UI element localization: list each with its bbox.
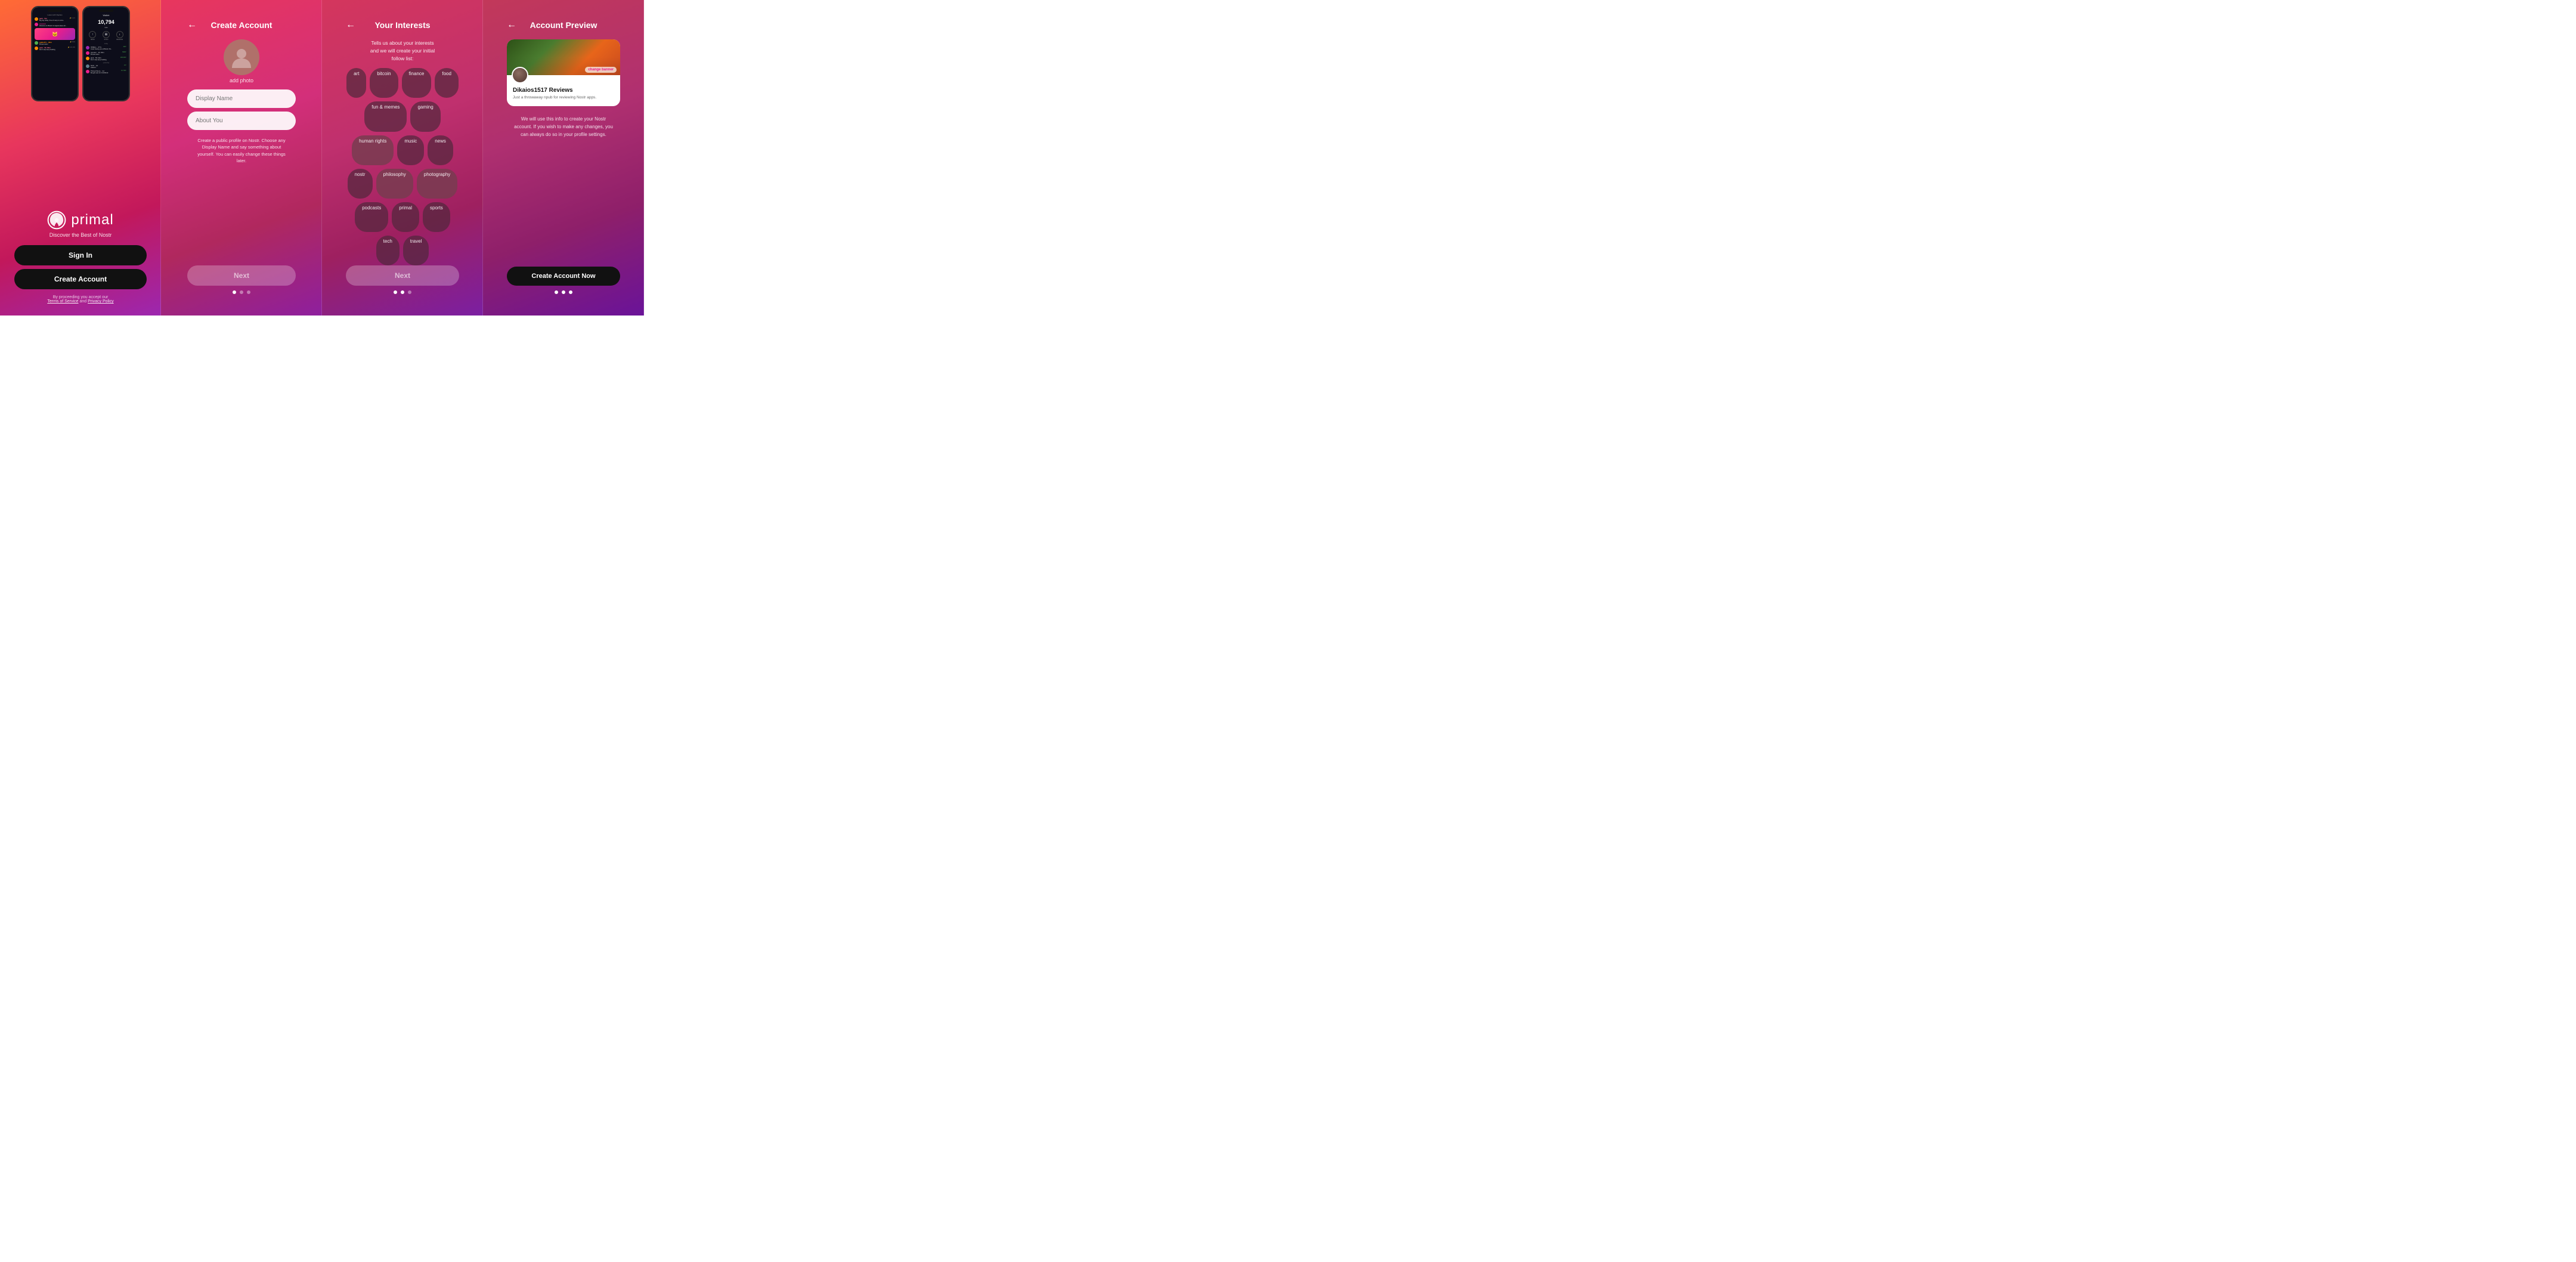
dot-1 [233, 290, 236, 294]
interest-photography[interactable]: photography [417, 169, 457, 199]
chat-item: preston Welcome to #Nostr! A magical pla… [35, 23, 75, 27]
interest-human-rights[interactable]: human rights [352, 135, 394, 165]
panel2-title: Create Account [211, 20, 273, 30]
dot-2 [240, 290, 243, 294]
send-action[interactable]: ↑ SEND [89, 31, 96, 41]
chat-item: jack · 5m Big day today. One of many to … [35, 17, 75, 21]
preview-bio: Just a throwaway npub for reviewing Nost… [513, 95, 614, 100]
chat-item: pablof7z · 32m Primal rocks! ⚡5000 [35, 41, 75, 45]
preview-card: change banner Dikaios1517 Reviews Just a… [507, 39, 620, 106]
interest-podcasts[interactable]: podcasts [355, 202, 388, 232]
interest-travel[interactable]: travel [403, 236, 429, 265]
interest-nostr[interactable]: nostr [348, 169, 373, 199]
back-button-panel2[interactable]: ← [187, 20, 197, 30]
preview-avatar [512, 67, 528, 83]
panel3-header: ← Your Interests [346, 17, 459, 30]
interest-food[interactable]: food [435, 68, 459, 98]
interests-subtitle: Tells us about your interestsand we will… [370, 39, 435, 62]
phone-mockups: Latest with Replies jack · 5m Big day to… [31, 6, 130, 101]
wallet-tx: jack · 5h 32m Don't stop keep building 1… [86, 57, 126, 61]
display-name-input[interactable] [187, 89, 296, 108]
create-account-helper-text: Create a public profile on Nostr. Choose… [187, 137, 296, 164]
next-button-panel3[interactable]: Next [346, 265, 459, 286]
back-button-panel3[interactable]: ← [346, 20, 355, 30]
panel4-header: ← Account Preview [507, 17, 620, 30]
dot-3 [408, 290, 411, 294]
progress-dots-panel2 [233, 290, 250, 294]
wallet-unit: sats [86, 26, 126, 29]
change-banner-button[interactable]: change banner [585, 67, 617, 73]
interest-gaming[interactable]: gaming [410, 101, 440, 131]
progress-dots-panel3 [394, 290, 411, 294]
primal-logo-icon [47, 211, 66, 230]
dot-1 [555, 290, 558, 294]
create-account-button[interactable]: Create Account [14, 269, 147, 289]
chat-item: jack · 5h 32m Don't stop keep building ⚡… [35, 47, 75, 51]
interest-primal[interactable]: primal [392, 202, 419, 232]
interest-philosophy[interactable]: philosophy [376, 169, 413, 199]
avatar-silhouette-icon [230, 45, 253, 69]
landing-panel: Latest with Replies jack · 5m Big day to… [0, 0, 161, 316]
interest-news[interactable]: news [428, 135, 453, 165]
wallet-tx: Primal Store · 1d Bought sats for 0.99 $… [86, 70, 126, 74]
logo-tagline: Discover the Best of Nostr [49, 232, 112, 238]
phone-feed-header: Latest with Replies [35, 14, 75, 16]
preview-profile: Dikaios1517 Reviews Just a throwaway npu… [507, 75, 620, 106]
wallet-header: Wallet [86, 14, 126, 17]
panel3-title: Your Interests [374, 20, 430, 30]
dot-1 [394, 290, 397, 294]
interest-finance[interactable]: finance [402, 68, 432, 98]
about-you-input[interactable] [187, 112, 296, 130]
create-account-panel: ← Create Account add photo Create a publ… [161, 0, 322, 316]
avatar-upload[interactable] [224, 39, 259, 75]
panel2-header: ← Create Account [187, 17, 296, 30]
dot-2 [562, 290, 565, 294]
panel4-title: Account Preview [530, 20, 597, 30]
privacy-policy-link[interactable]: Privacy Policy [88, 299, 114, 304]
receive-action[interactable]: ↓ RECEIVE [116, 31, 123, 41]
phone-feed: Latest with Replies jack · 5m Big day to… [31, 6, 79, 101]
preview-display-name: Dikaios1517 Reviews [513, 87, 614, 94]
logo-text: primal [71, 212, 113, 228]
terms-of-service-link[interactable]: Terms of Service [47, 299, 78, 304]
interest-fun-memes[interactable]: fun & memes [364, 101, 407, 131]
sign-in-button[interactable]: Sign In [14, 245, 147, 265]
dot-3 [247, 290, 250, 294]
interests-panel: ← Your Interests Tells us about your int… [322, 0, 483, 316]
interest-bitcoin[interactable]: bitcoin [370, 68, 398, 98]
cat-nft: 🐱 [35, 28, 75, 40]
preview-avatar-image [513, 68, 527, 82]
wallet-tx: ODELL · 27m Great having you at Bitcoin … [86, 46, 126, 50]
progress-dots-panel4 [555, 290, 572, 294]
dot-2 [401, 290, 404, 294]
back-button-panel4[interactable]: ← [507, 20, 516, 30]
interest-music[interactable]: music [397, 135, 424, 165]
phone-wallet: Wallet 10,794 sats ↑ SEND ⊞ SCAN ↓ RECEI… [82, 6, 130, 101]
interest-sports[interactable]: sports [423, 202, 450, 232]
interest-tech[interactable]: tech [376, 236, 400, 265]
add-photo-label[interactable]: add photo [230, 78, 253, 83]
create-account-now-button[interactable]: Create Account Now [507, 267, 620, 286]
wallet-tx: preston · 2h 33m Primal rocks! 5000↑ [86, 51, 126, 55]
terms-text: By proceeding you accept our Terms of Se… [47, 295, 113, 304]
interest-art[interactable]: art [346, 68, 366, 98]
logo-section: primal Discover the Best of Nostr [47, 211, 113, 238]
dot-3 [569, 290, 572, 294]
next-button-panel2[interactable]: Next [187, 265, 296, 286]
wallet-tx: NVK · 1d Called it 21↑ [86, 64, 126, 69]
wallet-amount: 10,794 [86, 19, 126, 25]
scan-action[interactable]: ⊞ SCAN [103, 31, 110, 41]
account-preview-panel: ← Account Preview change banner Dikaios1… [483, 0, 644, 316]
preview-info-text: We will use this info to create your Nos… [507, 116, 620, 138]
interests-grid: art bitcoin finance food fun & memes gam… [346, 68, 459, 265]
